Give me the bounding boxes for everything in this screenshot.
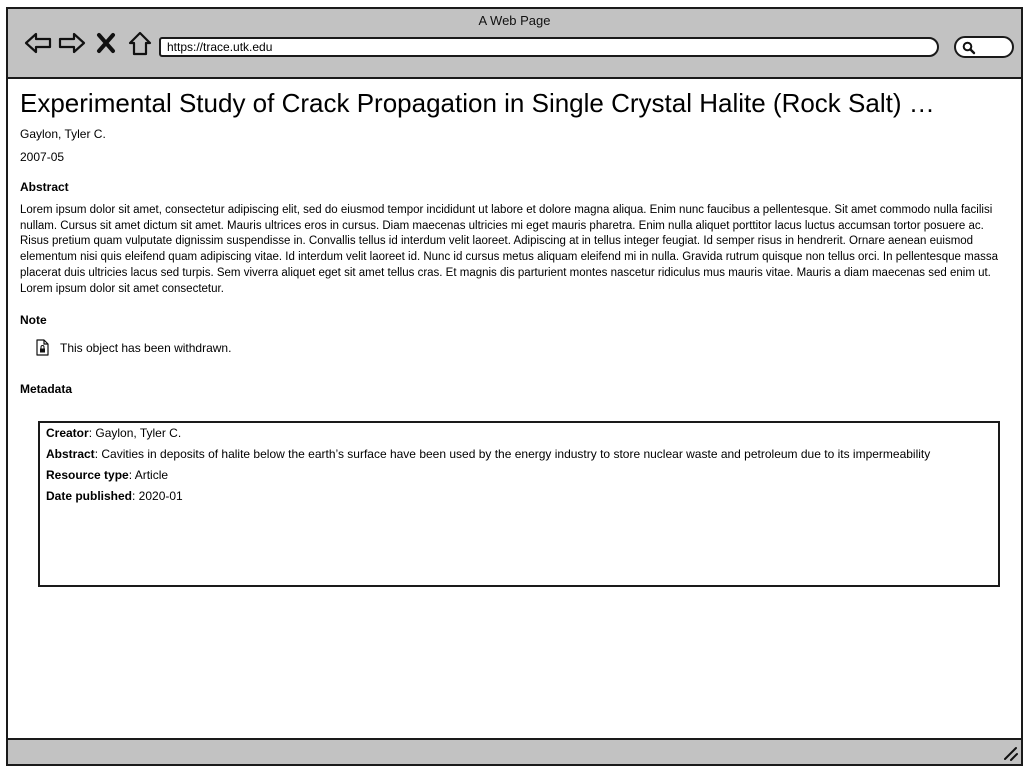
abstract-heading: Abstract	[20, 180, 69, 194]
metadata-heading: Metadata	[20, 382, 73, 397]
metadata-panel: Creator: Gaylon, Tyler C. Abstract: Cavi…	[38, 421, 1000, 587]
stop-button[interactable]	[89, 30, 123, 56]
abstract-text: Lorem ipsum dolor sit amet, consectetur …	[20, 204, 999, 295]
metadata-key: Date published	[46, 489, 133, 503]
publication-date: 2007-05	[20, 150, 65, 164]
page-title: Experimental Study of Crack Propagation …	[20, 88, 935, 118]
window-title: A Web Page	[478, 13, 551, 28]
metadata-row-creator: Creator: Gaylon, Tyler C.	[46, 426, 998, 441]
forward-button[interactable]	[55, 30, 89, 56]
metadata-row-date-published: Date published: 2020-01	[46, 489, 998, 504]
metadata-key: Abstract	[46, 447, 95, 461]
metadata-key: Creator	[46, 426, 89, 440]
page-content: Experimental Study of Crack Propagation …	[20, 85, 1010, 396]
document-lock-icon	[36, 339, 49, 356]
close-x-icon	[97, 33, 115, 53]
browser-window: A Web Page https://trace.utk.edu Experim…	[6, 7, 1023, 766]
metadata-row-abstract: Abstract: Cavities in deposits of halite…	[46, 447, 998, 462]
back-arrow-icon	[24, 32, 52, 54]
forward-arrow-icon	[58, 32, 86, 54]
magnifier-icon	[962, 41, 976, 55]
address-bar[interactable]: https://trace.utk.edu	[159, 37, 939, 57]
resize-grip-icon[interactable]	[1002, 745, 1018, 761]
back-button[interactable]	[21, 30, 55, 56]
metadata-value: : 2020-01	[132, 489, 183, 503]
status-bar	[8, 738, 1021, 764]
metadata-value: : Gaylon, Tyler C.	[88, 426, 182, 440]
nav-buttons	[21, 30, 157, 56]
metadata-key: Resource type	[46, 468, 129, 482]
note-item: This object has been withdrawn.	[36, 339, 1010, 356]
browser-toolbar: A Web Page https://trace.utk.edu	[8, 9, 1021, 79]
search-field[interactable]	[954, 36, 1014, 58]
home-icon	[128, 31, 152, 56]
metadata-value: : Cavities in deposits of halite below t…	[94, 447, 931, 461]
note-text: This object has been withdrawn.	[60, 340, 232, 355]
metadata-row-resource-type: Resource type: Article	[46, 468, 998, 483]
home-button[interactable]	[123, 30, 157, 56]
note-heading: Note	[20, 313, 47, 328]
author: Gaylon, Tyler C.	[20, 127, 106, 141]
metadata-value: : Article	[128, 468, 169, 482]
